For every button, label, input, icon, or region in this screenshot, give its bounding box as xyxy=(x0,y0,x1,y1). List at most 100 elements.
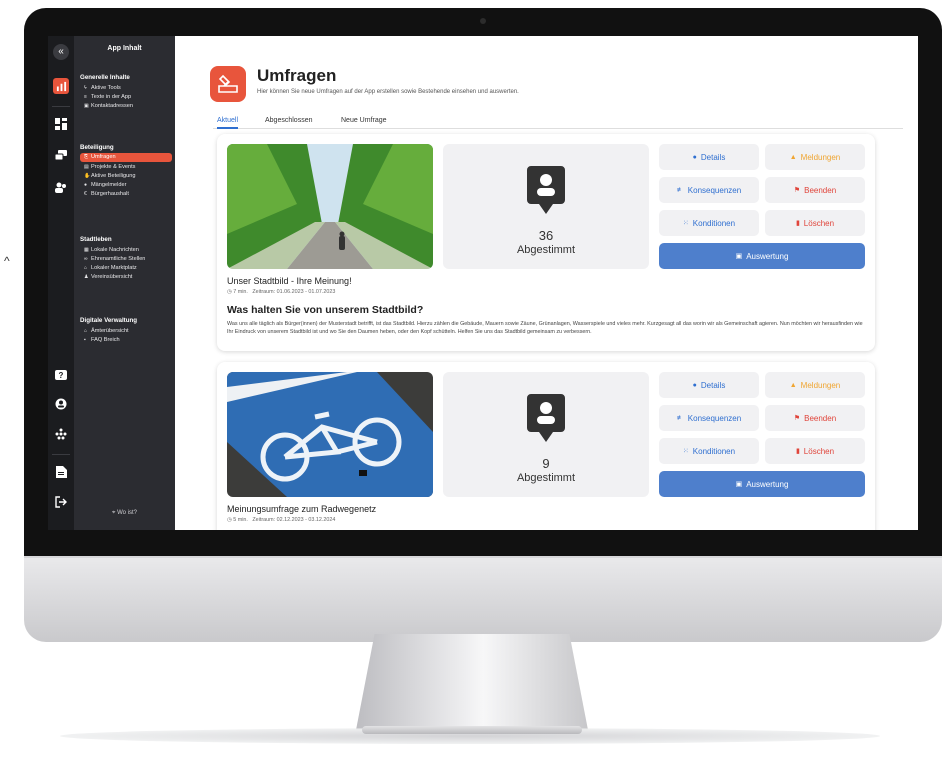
auswertung-button[interactable]: ▣ Auswertung xyxy=(659,243,865,269)
sidebar-item-label: Bürgerhaushalt xyxy=(91,191,129,197)
euro-icon: € xyxy=(84,191,87,197)
sidebar-item-vereine[interactable]: ♟ Vereinsübersicht xyxy=(84,273,170,282)
konsequenzen-button[interactable]: ≢ Konsequenzen xyxy=(659,405,759,431)
tree-lined-avenue-photo xyxy=(227,144,433,269)
konditionen-label: Konditionen xyxy=(692,446,736,456)
tab-bar: Aktuell Abgeschlossen Neue Umfrage xyxy=(213,116,903,129)
collapse-sidebar-icon[interactable]: « xyxy=(53,44,69,60)
sidebar-item-kontaktadressen[interactable]: ▣ Kontaktadressen xyxy=(84,102,170,111)
shop-icon: ⌂ xyxy=(84,265,88,271)
beenden-button[interactable]: ⚑ Beenden xyxy=(765,405,865,431)
loeschen-button[interactable]: ▮ Löschen xyxy=(765,438,865,464)
wo-ist-label: Wo ist? xyxy=(117,510,137,516)
wo-ist-link[interactable]: ⌖ Wo ist? xyxy=(74,510,175,517)
tab-neue-umfrage[interactable]: Neue Umfrage xyxy=(341,116,387,129)
sidebar-item-aemter[interactable]: ⌂ Ämterübersicht xyxy=(84,327,170,336)
flag-icon: ⚑ xyxy=(793,415,801,422)
poll-meta: ◷ 5 min. Zeitraum: 02.12.2023 - 03.12.20… xyxy=(227,517,335,523)
sidebar-item-aktive-beteiligung[interactable]: ✋Aktive Beteiligung xyxy=(84,172,170,181)
sidebar-item-label: Kontaktadressen xyxy=(91,103,133,109)
network-icon[interactable] xyxy=(53,426,69,442)
sidebar-item-umfragen[interactable]: ⎘ Umfragen xyxy=(80,153,172,162)
bolt-icon: ϟ xyxy=(84,85,87,91)
sidebar-item-label: Umfragen xyxy=(91,154,116,160)
trash-icon: ▮ xyxy=(795,220,800,227)
sidebar-section-title: Generelle Inhalte xyxy=(80,74,130,81)
sidebar-item-ehrenamt[interactable]: ∞ Ehrenamtliche Stellen xyxy=(84,255,170,264)
monitor-chin xyxy=(24,556,942,642)
konsequenzen-label: Konsequenzen xyxy=(687,413,742,423)
sidebar-item-buergerhaushalt[interactable]: € Bürgerhaushalt xyxy=(84,190,170,199)
handshake-icon: ∞ xyxy=(84,256,88,262)
sidebar-item-aktive-tools[interactable]: ϟ Aktive Tools xyxy=(84,84,170,93)
sidebar-item-label: Aktive Beteiligung xyxy=(91,173,136,179)
widgets-icon[interactable] xyxy=(53,116,69,132)
info-icon: ● xyxy=(692,153,697,161)
dashboard-chart-icon[interactable] xyxy=(53,78,69,94)
sidebar-item-label: FAQ Breich xyxy=(91,337,120,343)
monitor-stand xyxy=(356,634,588,730)
konditionen-button[interactable]: ⁙ Konditionen xyxy=(659,438,759,464)
sidebar-title: App Inhalt xyxy=(107,45,142,52)
icon-rail: « ? xyxy=(48,36,74,530)
logout-icon[interactable] xyxy=(53,494,69,510)
dots-icon: ⁙ xyxy=(682,220,689,227)
loeschen-button[interactable]: ▮ Löschen xyxy=(765,210,865,236)
poll-period: Zeitraum: 02.12.2023 - 03.12.2024 xyxy=(252,517,336,523)
loeschen-label: Löschen xyxy=(803,218,835,228)
sidebar-item-maengelmelder[interactable]: ● Mängelmelder xyxy=(84,181,170,190)
help-icon[interactable]: ? xyxy=(53,368,69,384)
poll-question: Was halten Sie von unserem Stadtbild? xyxy=(227,304,424,316)
sidebar-item-label: Lokaler Marktplatz xyxy=(91,265,137,271)
konditionen-label: Konditionen xyxy=(692,218,736,228)
voter-pin-icon xyxy=(527,394,565,442)
sidebar-item-marktplatz[interactable]: ⌂ Lokaler Marktplatz xyxy=(84,264,170,273)
tab-aktuell[interactable]: Aktuell xyxy=(217,116,239,129)
sidebar-section-title: Stadtleben xyxy=(80,236,112,243)
poll-card: 9 Abgestimmt ● Details ▲ Meldungen ≢ Konseq… xyxy=(217,362,875,530)
poll-duration: 7 min. xyxy=(233,289,248,295)
sidebar-item-texte[interactable]: ≡ Texte in der App xyxy=(84,93,170,102)
voter-pin-icon xyxy=(527,166,565,214)
poll-title: Unser Stadtbild - Ihre Meinung! xyxy=(227,276,352,286)
poll-card: 36 Abgestimmt ● Details ▲ Meldungen ≢ Konse… xyxy=(217,134,875,351)
details-button[interactable]: ● Details xyxy=(659,372,759,398)
account-icon[interactable] xyxy=(53,396,69,412)
konditionen-button[interactable]: ⁙ Konditionen xyxy=(659,210,759,236)
auswertung-button[interactable]: ▣ Auswertung xyxy=(659,471,865,497)
details-button[interactable]: ● Details xyxy=(659,144,759,170)
hand-icon: ✋ xyxy=(84,173,91,179)
tab-abgeschlossen[interactable]: Abgeschlossen xyxy=(265,116,312,129)
poll-description: Was uns alle täglich als Bürger(innen) d… xyxy=(227,321,863,335)
votes-label: Abgestimmt xyxy=(516,244,576,256)
meldungen-button[interactable]: ▲ Meldungen xyxy=(765,144,865,170)
beenden-label: Beenden xyxy=(804,185,837,195)
info-icon: ● xyxy=(692,381,697,389)
auswertung-label: Auswertung xyxy=(746,251,789,261)
sidebar-item-nachrichten[interactable]: ▦ Lokale Nachrichten xyxy=(84,246,170,255)
sidebar-item-label: Ämterübersicht xyxy=(91,328,129,334)
meldungen-button[interactable]: ▲ Meldungen xyxy=(765,372,865,398)
loeschen-label: Löschen xyxy=(803,446,835,456)
votes-count: 36 xyxy=(538,228,554,243)
monitor: « ? App Inhalt Generelle Inhalte ϟ Aktiv… xyxy=(24,8,942,642)
sidebar-item-label: Ehrenamtliche Stellen xyxy=(91,256,146,262)
warning-triangle-icon: ▲ xyxy=(789,153,797,161)
sidebar-item-faq[interactable]: ▪ FAQ Breich xyxy=(84,336,170,345)
chat-icon[interactable] xyxy=(53,148,69,164)
calendar-icon: ▤ xyxy=(84,164,89,170)
konsequenzen-button[interactable]: ≢ Konsequenzen xyxy=(659,177,759,203)
sidebar-item-projekte[interactable]: ▤ Projekte & Events xyxy=(84,163,170,172)
poll-duration: 5 min. xyxy=(233,517,248,523)
sidebar-item-label: Vereinsübersicht xyxy=(91,274,133,280)
image-icon: ▣ xyxy=(735,481,743,488)
details-label: Details xyxy=(700,152,726,162)
group-icon: ♟ xyxy=(84,274,89,280)
poll-title: Meinungsumfrage zum Radwegenetz xyxy=(227,504,377,514)
document-icon[interactable] xyxy=(53,464,69,480)
users-icon[interactable] xyxy=(53,180,69,196)
text-lines-icon: ≡ xyxy=(84,94,87,100)
beenden-button[interactable]: ⚑ Beenden xyxy=(765,177,865,203)
dots-icon: ⁙ xyxy=(682,448,689,455)
flag-icon: ⚑ xyxy=(793,187,801,194)
